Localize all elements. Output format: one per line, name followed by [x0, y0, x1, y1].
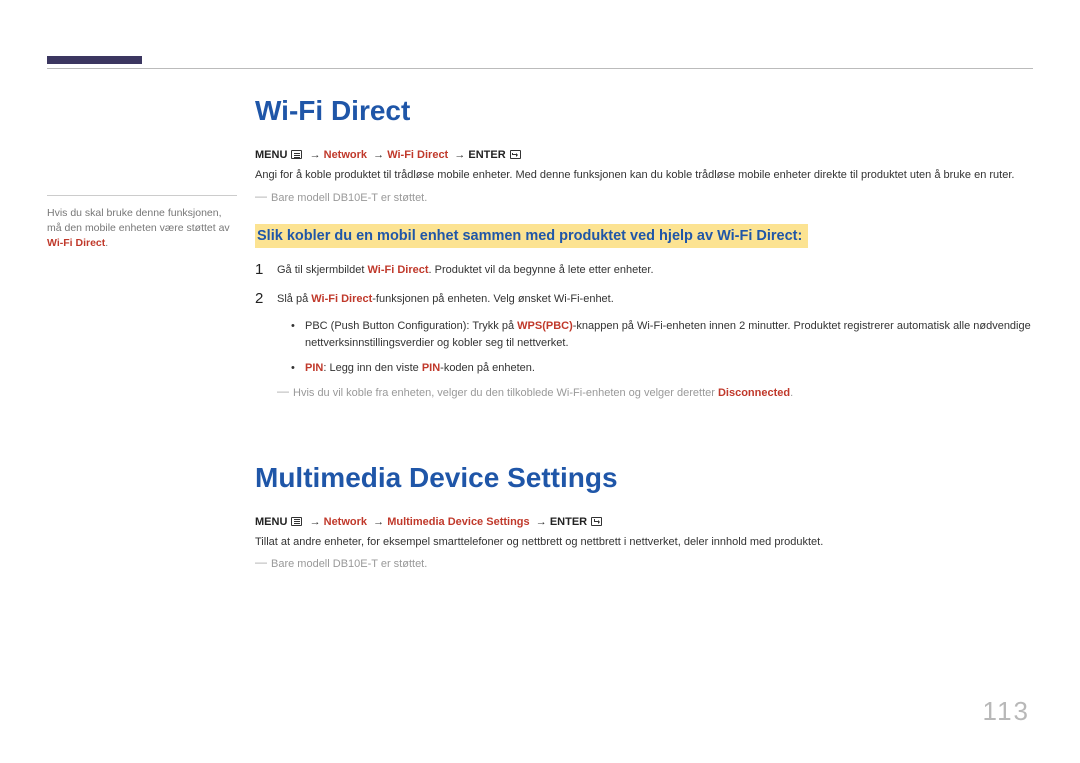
bullet-pbc-pre: PBC (Push Button Configuration): Trykk p…	[305, 320, 517, 332]
bullet-pin-hl2: PIN	[422, 362, 440, 374]
menu-icon	[291, 150, 302, 159]
section-multimedia: Multimedia Device Settings MENU → Networ…	[255, 462, 1033, 573]
menu-path-multimedia: MENU → Network → Multimedia Device Setti…	[255, 516, 1033, 528]
path2-seg-mds: Multimedia Device Settings	[387, 516, 529, 528]
step-2-number: 2	[255, 291, 277, 306]
path-enter-label: ENTER	[468, 149, 505, 161]
step-1: 1 Gå til skjermbildet Wi-Fi Direct. Prod…	[255, 262, 1033, 279]
section2-description: Tillat at andre enheter, for eksempel sm…	[255, 534, 1033, 551]
path2-menu-label: MENU	[255, 516, 287, 528]
step-1-pre: Gå til skjermbildet	[277, 264, 367, 276]
bullet-pin: PIN: Legg inn den viste PIN-koden på enh…	[277, 360, 1033, 377]
step-1-hl: Wi-Fi Direct	[367, 264, 428, 276]
section-title-multimedia: Multimedia Device Settings	[255, 462, 1033, 494]
enter-icon	[510, 150, 521, 159]
sidebar-note-pre: Hvis du skal bruke denne funksjonen, må …	[47, 207, 230, 234]
path2-seg-network: Network	[324, 516, 367, 528]
menu-icon	[291, 517, 302, 526]
path2-enter-label: ENTER	[550, 516, 587, 528]
bullet-pin-post: -koden på enheten.	[440, 362, 535, 374]
step-2-hl: Wi-Fi Direct	[311, 293, 372, 305]
step-2: 2 Slå på Wi-Fi Direct-funksjonen på enhe…	[255, 291, 1033, 402]
section-title-wifi-direct: Wi-Fi Direct	[255, 95, 1033, 127]
step-1-post: . Produktet vil da begynne å lete etter …	[429, 264, 654, 276]
path-seg-network: Network	[324, 149, 367, 161]
enter-icon	[591, 517, 602, 526]
section2-model-note: Bare modell DB10E-T er støttet.	[255, 556, 1033, 573]
disconnect-post: .	[790, 387, 793, 399]
header-accent-bar	[47, 56, 142, 64]
bullet-pin-mid: : Legg inn den viste	[323, 362, 421, 374]
sidebar-note: Hvis du skal bruke denne funksjonen, må …	[47, 195, 237, 252]
section1-model-note: Bare modell DB10E-T er støttet.	[255, 190, 1033, 207]
path-seg-wifidirect: Wi-Fi Direct	[387, 149, 448, 161]
step-1-body: Gå til skjermbildet Wi-Fi Direct. Produk…	[277, 262, 1033, 279]
section1-description: Angi for å koble produktet til trådløse …	[255, 167, 1033, 184]
main-content: Wi-Fi Direct MENU → Network → Wi-Fi Dire…	[255, 95, 1033, 591]
bullet-pbc-hl: WPS(PBC)	[517, 320, 573, 332]
bullet-pbc: PBC (Push Button Configuration): Trykk p…	[277, 318, 1033, 352]
disconnect-hl: Disconnected	[718, 387, 790, 399]
disconnect-pre: Hvis du vil koble fra enheten, velger du…	[293, 387, 718, 399]
step-2-body: Slå på Wi-Fi Direct-funksjonen på enhete…	[277, 291, 1033, 402]
menu-path-wifi-direct: MENU → Network → Wi-Fi Direct → ENTER	[255, 149, 1033, 161]
step-1-number: 1	[255, 262, 277, 277]
page-number: 113	[983, 696, 1030, 727]
disconnect-note: Hvis du vil koble fra enheten, velger du…	[277, 385, 1033, 402]
section1-subhead: Slik kobler du en mobil enhet sammen med…	[255, 224, 808, 248]
sidebar-note-hl: Wi-Fi Direct	[47, 237, 105, 249]
sidebar-note-post: .	[105, 237, 108, 249]
header-rule	[47, 68, 1033, 69]
step-2-pre: Slå på	[277, 293, 311, 305]
path-menu-label: MENU	[255, 149, 287, 161]
bullet-pin-hl1: PIN	[305, 362, 323, 374]
step-2-post: -funksjonen på enheten. Velg ønsket Wi-F…	[372, 293, 614, 305]
